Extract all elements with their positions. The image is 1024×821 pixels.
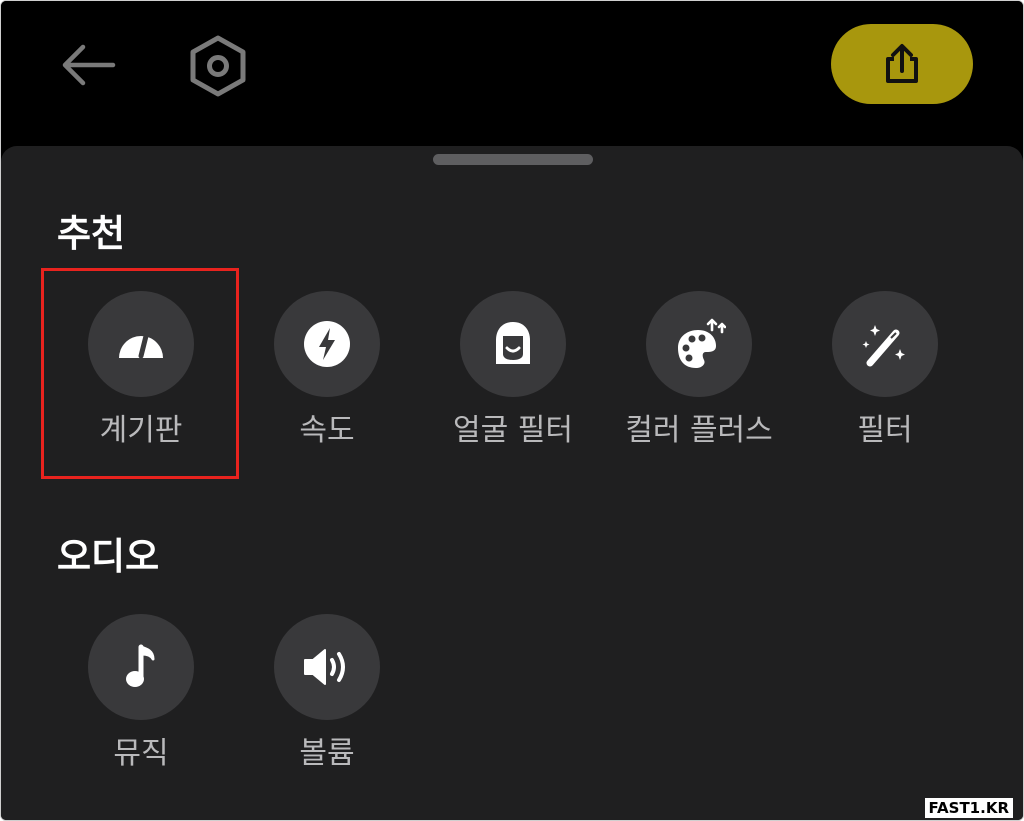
drag-handle[interactable] [433, 154, 593, 165]
tool-filter-label: 필터 [857, 413, 913, 448]
tool-filter-circle [832, 291, 938, 397]
tool-dashboard-circle [88, 291, 194, 397]
tool-face-filter[interactable]: 얼굴 필터 [433, 291, 593, 471]
app-screen: 추천 계기판 속도 얼굴 필터 컬러 플러스 필터 오디오 뮤직 볼륨 FAST… [0, 0, 1024, 821]
tool-volume-label: 볼륨 [299, 736, 355, 771]
tool-filter[interactable]: 필터 [805, 291, 965, 471]
tool-volume[interactable]: 볼륨 [247, 614, 407, 794]
arrow-left-icon [62, 44, 116, 86]
tool-color-plus-circle [646, 291, 752, 397]
tool-music-circle [88, 614, 194, 720]
lightning-icon [304, 321, 350, 367]
top-bar [1, 1, 1023, 146]
magic-wand-icon [862, 325, 905, 367]
tool-color-plus[interactable]: 컬러 플러스 [619, 291, 779, 471]
watermark: FAST1.KR [924, 798, 1013, 818]
tool-dashboard[interactable]: 계기판 [61, 291, 221, 471]
tool-dashboard-label: 계기판 [99, 413, 183, 448]
tool-speed-circle [274, 291, 380, 397]
settings-button[interactable] [185, 33, 251, 99]
face-filter-icon [496, 322, 530, 364]
speedometer-icon [119, 333, 163, 359]
section-title-audio: 오디오 [57, 535, 160, 578]
tool-music[interactable]: 뮤직 [61, 614, 221, 794]
tool-speed[interactable]: 속도 [247, 291, 407, 471]
music-note-icon [126, 644, 155, 687]
tool-color-plus-label: 컬러 플러스 [625, 413, 773, 448]
back-button[interactable] [53, 35, 121, 95]
volume-icon [304, 649, 345, 685]
section-title-recommended: 추천 [57, 212, 126, 255]
tool-speed-label: 속도 [299, 413, 355, 448]
share-upload-icon [886, 44, 918, 83]
palette-icon [678, 318, 726, 368]
share-button[interactable] [831, 24, 973, 104]
tool-music-label: 뮤직 [113, 736, 169, 771]
hexagon-settings-icon [190, 35, 246, 97]
bottom-sheet: 추천 계기판 속도 얼굴 필터 컬러 플러스 필터 오디오 뮤직 볼륨 [1, 146, 1023, 820]
tool-volume-circle [274, 614, 380, 720]
tool-face-filter-circle [460, 291, 566, 397]
tool-face-filter-label: 얼굴 필터 [453, 413, 573, 448]
